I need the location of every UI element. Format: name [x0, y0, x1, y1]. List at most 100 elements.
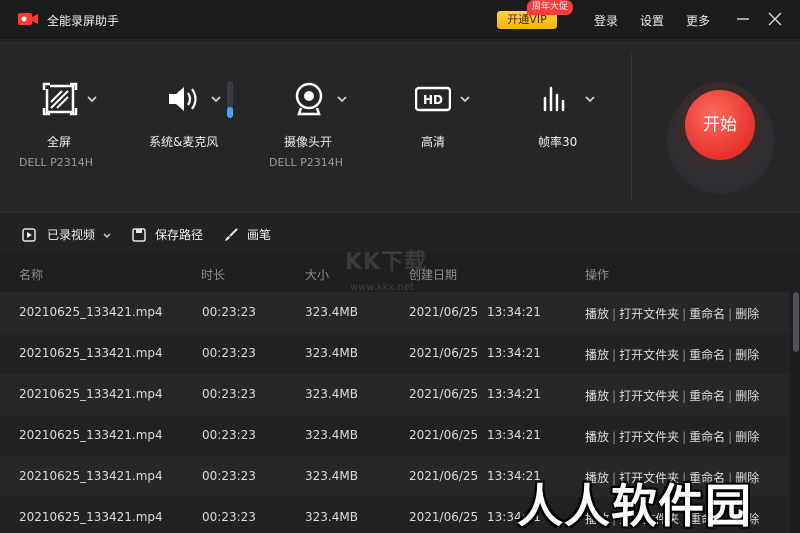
brush-icon [225, 228, 238, 241]
delete-link[interactable]: 删除 [735, 307, 759, 321]
rename-link[interactable]: 重命名 [689, 430, 725, 444]
rename-link[interactable]: 重命名 [689, 307, 725, 321]
more-link[interactable]: 更多 [686, 12, 710, 29]
scrollbar-thumb[interactable] [793, 292, 799, 352]
column-header-size[interactable]: 大小 [305, 266, 329, 283]
action-separator: | [728, 389, 733, 403]
open-folder-link[interactable]: 打开文件夹 [619, 389, 679, 403]
speaker-icon [169, 87, 197, 111]
scrollbar[interactable] [792, 292, 800, 533]
audio-label: 系统&麦克风 [149, 135, 219, 149]
open-folder-link[interactable]: 打开文件夹 [619, 307, 679, 321]
action-separator: | [612, 348, 617, 362]
start-record-button[interactable]: 开始 [685, 90, 755, 160]
volume-level [227, 106, 233, 118]
chevron-down-icon[interactable] [101, 229, 113, 241]
audio-control[interactable]: 系统&麦克风 [130, 41, 250, 213]
watermark-site: 人人软件园 [517, 479, 752, 533]
file-name: 20210625_133421.mp4 [19, 510, 163, 524]
table-row[interactable]: 20210625_133421.mp4 00:23:23 323.4MB 2021/0… [0, 374, 790, 415]
action-separator: | [682, 307, 687, 321]
hd-icon: HD [415, 86, 451, 112]
table-row[interactable]: 20210625_133421.mp4 00:23:23 323.4MB 2021/0… [0, 292, 790, 333]
file-size: 323.4MB [305, 510, 358, 524]
divider [631, 53, 632, 201]
column-header-actions: 操作 [585, 268, 610, 282]
open-folder-link[interactable]: 打开文件夹 [619, 430, 679, 444]
file-name: 20210625_133421.mp4 [19, 387, 163, 401]
chevron-down-icon[interactable] [459, 93, 471, 105]
created-time: 13:34:21 [487, 387, 541, 401]
file-size: 323.4MB [305, 387, 358, 401]
rename-link[interactable]: 重命名 [689, 389, 725, 403]
play-link[interactable]: 播放 [585, 307, 609, 321]
bars-icon [543, 86, 565, 112]
app-title: 全能录屏助手 [47, 14, 120, 28]
created-time: 13:34:21 [487, 428, 541, 442]
camera-control[interactable]: 摄像头开 DELL P2314H [260, 41, 380, 213]
title-bar: 全能录屏助手 开通VIP 周年大促 登录 设置 更多 [0, 0, 800, 40]
action-separator: | [682, 430, 687, 444]
delete-link[interactable]: 删除 [735, 389, 759, 403]
chevron-down-icon[interactable] [86, 93, 98, 105]
duration: 00:23:23 [202, 510, 256, 524]
volume-slider[interactable] [227, 81, 233, 118]
action-separator: | [682, 389, 687, 403]
save-icon [132, 228, 146, 242]
login-link[interactable]: 登录 [594, 12, 618, 29]
delete-link[interactable]: 删除 [735, 348, 759, 362]
duration: 00:23:23 [202, 305, 256, 319]
minimize-icon[interactable] [734, 10, 752, 28]
column-header-name[interactable]: 名称 [19, 266, 43, 283]
camera-label: 摄像头开 [284, 135, 333, 149]
camera-device: DELL P2314H [269, 156, 344, 169]
fullscreen-icon [42, 82, 78, 116]
fullscreen-label: 全屏 [47, 135, 72, 149]
play-link[interactable]: 播放 [585, 430, 609, 444]
created-date: 2021/06/25 [409, 346, 479, 360]
open-folder-link[interactable]: 打开文件夹 [619, 348, 679, 362]
action-separator: | [728, 430, 733, 444]
settings-link[interactable]: 设置 [640, 12, 664, 29]
column-header-duration[interactable]: 时长 [201, 266, 225, 283]
recording-controls: 全屏 DELL P2314H 系统&麦克风 摄像头开 DELL P2314H H… [0, 41, 800, 213]
play-link[interactable]: 播放 [585, 389, 609, 403]
row-actions: 播放 | 打开文件夹 | 重命名 | 删除 [585, 387, 759, 404]
action-separator: | [612, 430, 617, 444]
chevron-down-icon[interactable] [210, 93, 222, 105]
close-icon[interactable] [766, 10, 784, 28]
file-size: 323.4MB [305, 469, 358, 483]
framerate-label: 帧率30 [538, 135, 578, 149]
file-name: 20210625_133421.mp4 [19, 305, 163, 319]
fullscreen-control[interactable]: 全屏 DELL P2314H [0, 41, 120, 213]
row-actions: 播放 | 打开文件夹 | 重命名 | 删除 [585, 428, 759, 445]
rename-link[interactable]: 重命名 [689, 348, 725, 362]
action-separator: | [612, 307, 617, 321]
file-name: 20210625_133421.mp4 [19, 428, 163, 442]
action-separator: | [612, 389, 617, 403]
table-row[interactable]: 20210625_133421.mp4 00:23:23 323.4MB 2021/0… [0, 333, 790, 374]
watermark-kkx: KK下载 [345, 250, 428, 275]
duration: 00:23:23 [202, 469, 256, 483]
brush-button[interactable]: 画笔 [247, 226, 271, 244]
delete-link[interactable]: 删除 [735, 430, 759, 444]
duration: 00:23:23 [202, 387, 256, 401]
quality-control[interactable]: HD 高清 [395, 41, 495, 213]
action-separator: | [682, 348, 687, 362]
duration: 00:23:23 [202, 428, 256, 442]
action-separator: | [728, 307, 733, 321]
created-time: 13:34:21 [487, 346, 541, 360]
row-actions: 播放 | 打开文件夹 | 重命名 | 删除 [585, 346, 759, 363]
play-link[interactable]: 播放 [585, 348, 609, 362]
file-name: 20210625_133421.mp4 [19, 469, 163, 483]
recorded-videos-button[interactable]: 已录视频 [47, 226, 95, 244]
table-row[interactable]: 20210625_133421.mp4 00:23:23 323.4MB 2021/0… [0, 415, 790, 456]
app-logo-icon [18, 13, 38, 25]
created-date: 2021/06/25 [409, 428, 479, 442]
save-path-button[interactable]: 保存路径 [155, 226, 203, 244]
created-date: 2021/06/25 [409, 510, 479, 524]
chevron-down-icon[interactable] [584, 93, 596, 105]
fullscreen-monitor: DELL P2314H [19, 156, 94, 169]
chevron-down-icon[interactable] [336, 93, 348, 105]
framerate-control[interactable]: 帧率30 [510, 41, 620, 213]
